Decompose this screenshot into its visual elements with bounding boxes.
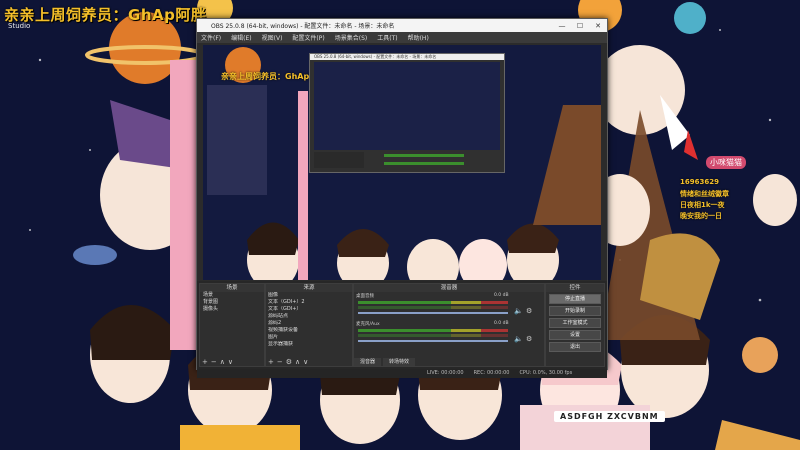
rec-status: REC: 00:00:00: [473, 370, 510, 376]
mixer-track-db: 0.0 dB: [494, 321, 509, 326]
exit-button[interactable]: 退出: [549, 342, 601, 352]
nested-obs-window: OBS 25.0.8 (64-bit, windows) - 配置文件：未命名 …: [309, 53, 505, 173]
remove-icon[interactable]: −: [277, 358, 286, 366]
minimize-icon[interactable]: —: [553, 22, 571, 30]
up-arrow-icon[interactable]: ∧: [295, 358, 303, 366]
nested-scenes: [314, 152, 364, 168]
scenes-dock-title: 场景: [200, 284, 264, 292]
volume-meter: [358, 301, 508, 304]
menu-scene-collection[interactable]: 场景集合(S): [335, 33, 368, 42]
speaker-icon[interactable]: 🔈: [514, 335, 523, 343]
card-line: 晚安我的一日: [680, 212, 722, 220]
obs-titlebar[interactable]: OBS 25.0.8 (64-bit, windows) - 配置文件：未命名 …: [197, 19, 607, 32]
source-item[interactable]: 显示器捕获: [266, 341, 352, 348]
mixer-tabs: 混音器 转场特效: [354, 358, 544, 366]
gear-icon[interactable]: ⚙: [286, 358, 295, 366]
sources-dock-title: 来源: [266, 284, 352, 292]
streamer-name: 小咪猫猫: [706, 156, 746, 169]
source-item[interactable]: 图片: [266, 334, 352, 341]
add-icon[interactable]: +: [268, 358, 277, 366]
source-item[interactable]: 源码2: [266, 320, 352, 327]
card-line: 情绪和丝绒徽章: [680, 190, 729, 198]
controls-dock: 控件 停止直播 开始录制 工作室模式 设置 退出: [545, 283, 605, 367]
obs-window: OBS 25.0.8 (64-bit, windows) - 配置文件：未命名 …: [196, 18, 608, 378]
speaker-icon[interactable]: 🔈: [514, 307, 523, 315]
cpu-status: CPU: 0.0%, 30.00 fps: [519, 370, 573, 376]
menu-file[interactable]: 文件(F): [201, 33, 221, 42]
tab-mixer[interactable]: 混音器: [354, 358, 382, 366]
remove-icon[interactable]: −: [211, 358, 220, 366]
stop-streaming-button[interactable]: 停止直播: [549, 294, 601, 304]
scenes-dock: 场景 场景 背景图 摄像头 +−∧∨: [199, 283, 265, 367]
mixer-track-label: 麦克风/Aux: [356, 322, 380, 327]
browser-side-panel: [170, 60, 198, 350]
menu-edit[interactable]: 编辑(E): [231, 33, 251, 42]
menu-view[interactable]: 视图(V): [262, 33, 283, 42]
source-item[interactable]: 图像: [266, 292, 352, 299]
tab-transitions[interactable]: 转场特效: [383, 358, 416, 366]
close-icon[interactable]: ✕: [589, 22, 607, 30]
menu-profile[interactable]: 配置文件(P): [292, 33, 324, 42]
source-toolbar: +−⚙∧∨: [268, 358, 311, 366]
down-arrow-icon[interactable]: ∨: [303, 358, 311, 366]
obs-statusbar: LIVE: 00:00:00 REC: 00:00:00 CPU: 0.0%, …: [197, 369, 607, 378]
scene-toolbar: +−∧∨: [202, 358, 236, 366]
nested-mixer-bar: [384, 162, 464, 165]
gear-icon[interactable]: ⚙: [526, 335, 532, 343]
maximize-icon[interactable]: ☐: [571, 22, 589, 30]
obs-window-title: OBS 25.0.8 (64-bit, windows) - 配置文件：未命名 …: [211, 23, 395, 30]
start-recording-button[interactable]: 开始录制: [549, 306, 601, 316]
scene-item[interactable]: 背景图: [200, 299, 264, 306]
nested-obs-preview: [314, 62, 500, 150]
source-item[interactable]: 文本（GDI+）: [266, 306, 352, 313]
stream-info-card: 小咪猫猫 16963629 情绪和丝绒徽章 日夜相1k一夜 晚安我的一日: [666, 152, 800, 232]
keyboard-sign: ASDFGH ZXCVBNM: [554, 411, 665, 422]
volume-meter: [358, 306, 508, 309]
menu-help[interactable]: 帮助(H): [408, 33, 429, 42]
nested-obs-title: OBS 25.0.8 (64-bit, windows) - 配置文件：未命名 …: [310, 54, 504, 60]
mixer-track-label: 桌面音频: [356, 294, 374, 299]
volume-slider[interactable]: [358, 340, 508, 342]
preview-pink-panel: [298, 91, 308, 280]
streamer-banner-title: 亲亲上周饲养员：GhAp阿胖: [4, 6, 207, 24]
add-icon[interactable]: +: [202, 358, 211, 366]
mixer-track: 桌面音频 0.0 dB 🔈 ⚙: [354, 292, 544, 320]
down-arrow-icon[interactable]: ∨: [228, 358, 236, 366]
nested-mixer-bar: [384, 154, 464, 157]
obs-menubar: 文件(F) 编辑(E) 视图(V) 配置文件(P) 场景集合(S) 工具(T) …: [197, 32, 607, 43]
obs-docks: 场景 场景 背景图 摄像头 +−∧∨ 来源 图像 文本（GDI+）2 文本（GD…: [197, 281, 607, 369]
live-status: LIVE: 00:00:00: [427, 370, 464, 376]
settings-button[interactable]: 设置: [549, 330, 601, 340]
controls-dock-title: 控件: [546, 284, 604, 292]
source-item[interactable]: 视频捕获设备: [266, 327, 352, 334]
gear-icon[interactable]: ⚙: [526, 307, 532, 315]
volume-meter: [358, 334, 508, 337]
up-arrow-icon[interactable]: ∧: [220, 358, 228, 366]
mixer-track-db: 0.0 dB: [494, 293, 509, 298]
card-line: 16963629: [680, 178, 719, 186]
mixer-dock: 混音器 桌面音频 0.0 dB 🔈 ⚙ 麦克风/Aux 0.0 dB 🔈 ⚙ 混…: [353, 283, 545, 367]
studio-mode-button[interactable]: 工作室模式: [549, 318, 601, 328]
streamer-banner-subtitle: Studio: [8, 22, 31, 30]
menu-tools[interactable]: 工具(T): [377, 33, 397, 42]
source-item[interactable]: 源码站点: [266, 313, 352, 320]
obs-preview[interactable]: 亲亲上周饲养员：GhAp阿胖 OBS 25.0.8 (64-bit, windo…: [203, 45, 601, 280]
card-line: 日夜相1k一夜: [680, 201, 725, 209]
scene-item[interactable]: 摄像头: [200, 306, 264, 313]
mixer-dock-title: 混音器: [354, 284, 544, 292]
scene-item[interactable]: 场景: [200, 292, 264, 299]
volume-slider[interactable]: [358, 312, 508, 314]
sources-dock: 来源 图像 文本（GDI+）2 文本（GDI+） 源码站点 源码2 视频捕获设备…: [265, 283, 353, 367]
source-item[interactable]: 文本（GDI+）2: [266, 299, 352, 306]
mixer-track: 麦克风/Aux 0.0 dB 🔈 ⚙: [354, 320, 544, 348]
volume-meter: [358, 329, 508, 332]
